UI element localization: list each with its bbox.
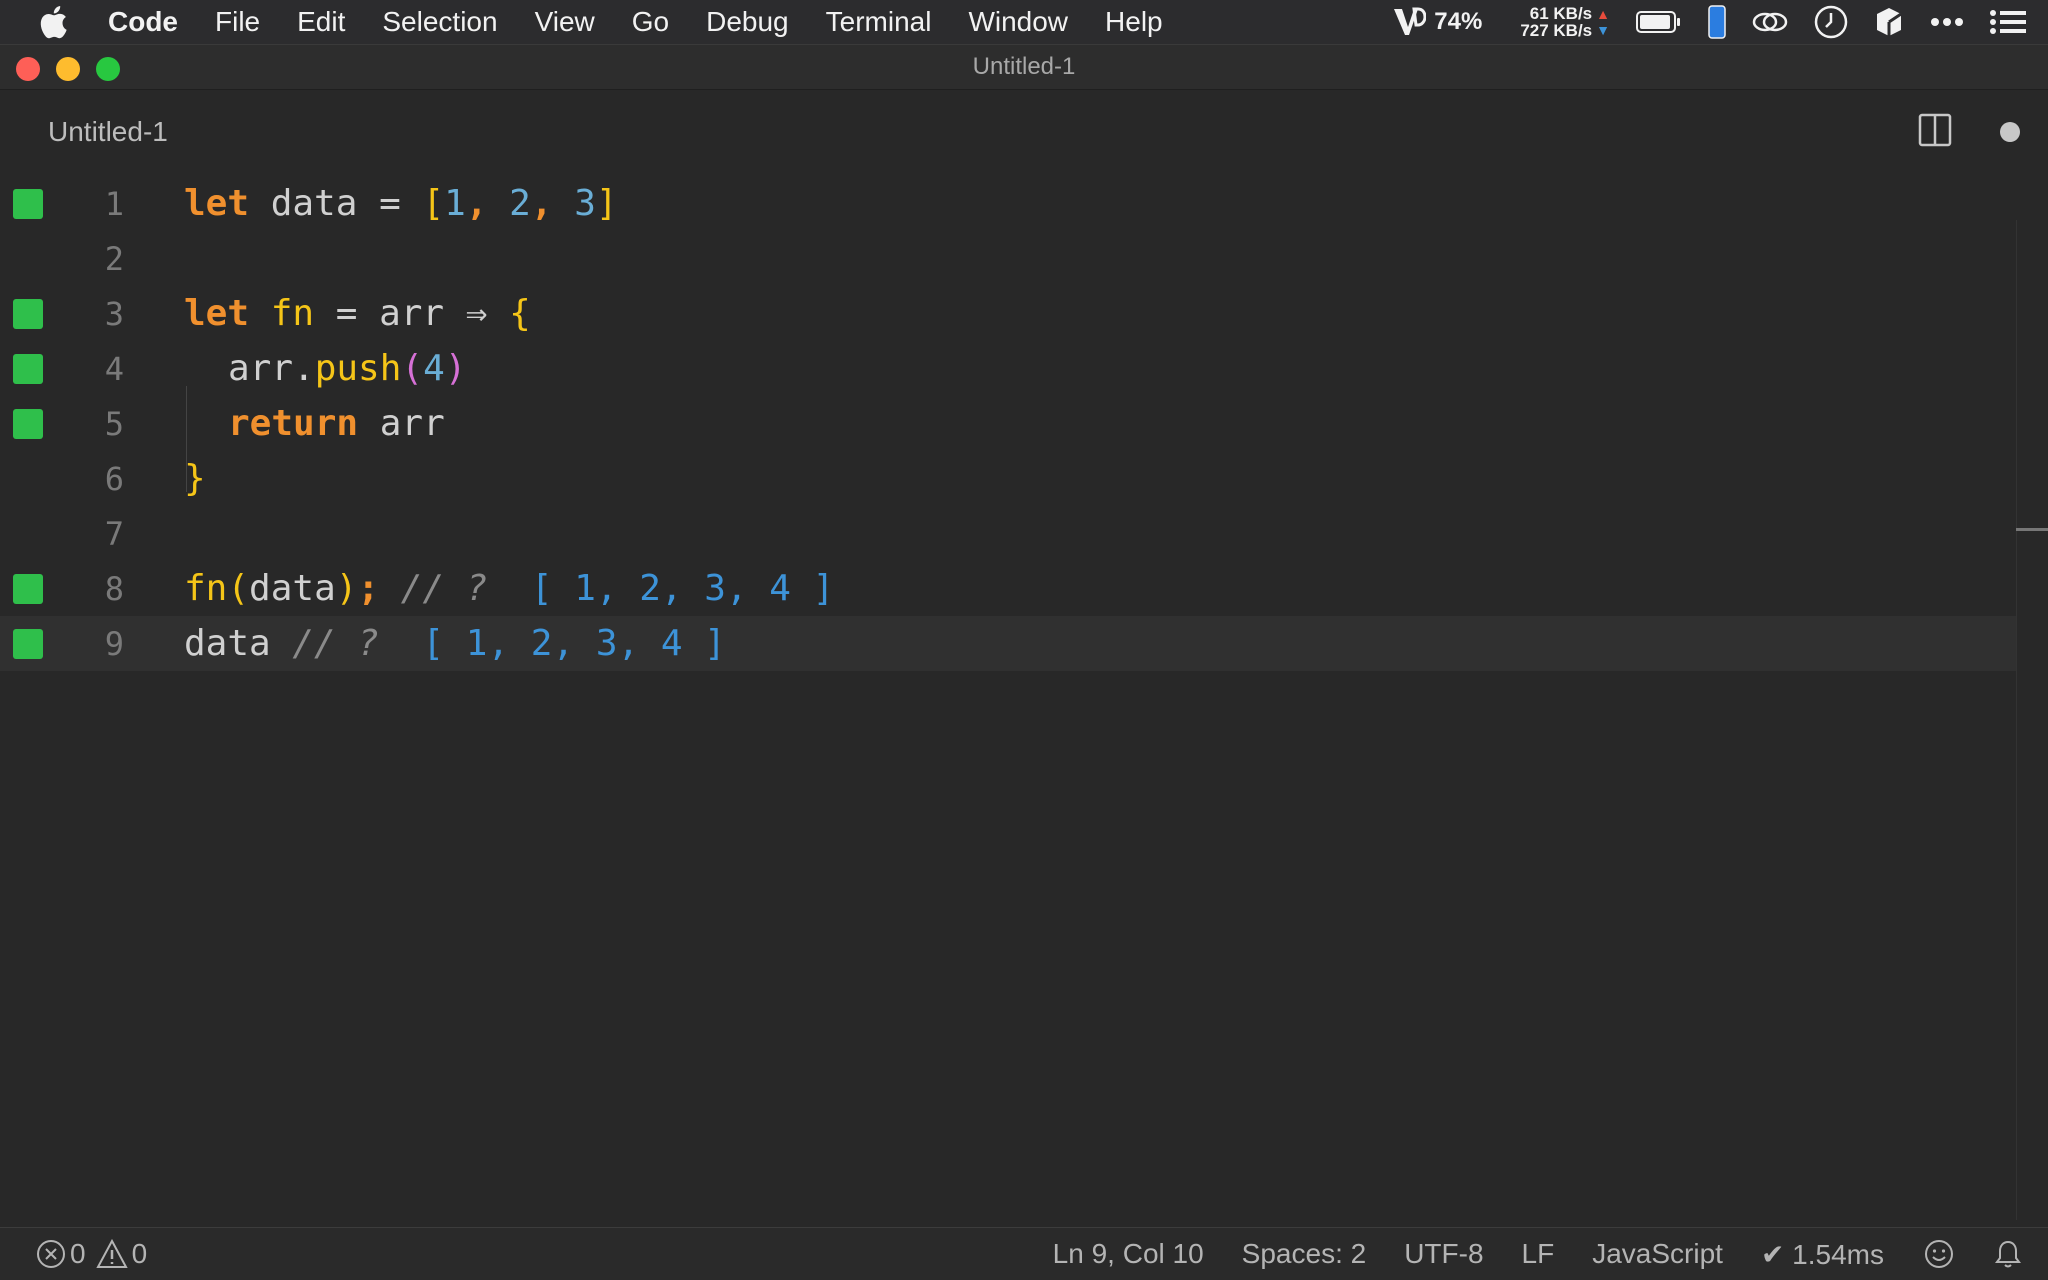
apple-icon[interactable] xyxy=(38,5,78,39)
line-number: 8 xyxy=(104,569,124,608)
code-line-6[interactable]: 6 } xyxy=(0,451,2016,506)
coverage-marker xyxy=(13,188,43,219)
notifications-bell-icon[interactable] xyxy=(1994,1239,2022,1269)
menu-selection[interactable]: Selection xyxy=(382,6,497,38)
code-line-8[interactable]: 8 fn(data); // ? [ 1, 2, 3, 4 ] xyxy=(0,561,2016,616)
code-editor[interactable]: 1 let data = [1, 2, 3] 2 3 let fn = arr … xyxy=(0,174,2048,1224)
indentation-setting[interactable]: Spaces: 2 xyxy=(1242,1238,1367,1270)
window-controls xyxy=(16,57,136,81)
language-mode[interactable]: JavaScript xyxy=(1592,1238,1723,1270)
error-icon xyxy=(36,1239,66,1269)
battery-icon[interactable] xyxy=(1636,10,1682,34)
coverage-marker xyxy=(13,408,43,439)
menu-terminal[interactable]: Terminal xyxy=(826,6,932,38)
tab-actions xyxy=(1918,90,2028,174)
zoom-window-button[interactable] xyxy=(96,57,120,81)
menu-edit[interactable]: Edit xyxy=(297,6,345,38)
menu-go[interactable]: Go xyxy=(632,6,669,38)
inline-result: [ 1, 2, 3, 4 ] xyxy=(400,623,726,664)
line-number: 3 xyxy=(104,294,124,333)
network-monitor[interactable]: 61 KB/s 727 KB/s ▲ ▼ xyxy=(1520,5,1610,39)
menu-window[interactable]: Window xyxy=(968,6,1068,38)
vb-icon xyxy=(1394,7,1427,35)
menu-code[interactable]: Code xyxy=(108,6,178,38)
download-rate: 727 KB/s xyxy=(1520,21,1593,40)
menu-file[interactable]: File xyxy=(215,6,260,38)
eol-setting[interactable]: LF xyxy=(1522,1238,1555,1270)
line-number: 4 xyxy=(104,349,124,388)
cube-icon[interactable] xyxy=(1874,6,1904,38)
status-bar-right: Ln 9, Col 10 Spaces: 2 UTF-8 LF JavaScri… xyxy=(1015,1238,2022,1271)
coverage-marker xyxy=(13,298,43,329)
code-line-4[interactable]: 4 arr.push(4) xyxy=(0,341,2016,396)
editor-window: Untitled-1 Untitled-1 1 let data = [1, 2… xyxy=(0,44,2048,1280)
line-number: 6 xyxy=(104,459,124,498)
code-text: let data = [1, 2, 3] xyxy=(184,183,618,224)
problems-indicator[interactable]: 0 0 xyxy=(36,1238,157,1270)
code-text: let fn = arr ⇒ { xyxy=(184,293,531,334)
line-number: 9 xyxy=(104,624,124,663)
code-text: data // ? [ 1, 2, 3, 4 ] xyxy=(184,623,726,664)
warning-count: 0 xyxy=(131,1238,148,1269)
menu-help[interactable]: Help xyxy=(1105,6,1163,38)
status-bar: 0 0 Ln 9, Col 10 Spaces: 2 UTF-8 LF Java… xyxy=(0,1227,2048,1280)
vertical-scrollbar[interactable] xyxy=(2016,220,2048,1220)
code-line-7[interactable]: 7 xyxy=(0,506,2016,561)
code-line-5[interactable]: 5 return arr xyxy=(0,396,2016,451)
title-bar: Untitled-1 xyxy=(0,45,2048,90)
tab-untitled-1[interactable]: Untitled-1 xyxy=(48,116,168,148)
line-number: 2 xyxy=(104,239,124,278)
menu-view[interactable]: View xyxy=(535,6,595,38)
error-count: 0 xyxy=(70,1238,86,1269)
feedback-smiley-icon[interactable] xyxy=(1924,1239,1954,1269)
unsaved-changes-icon[interactable] xyxy=(2000,122,2020,142)
line-number: 1 xyxy=(104,184,124,223)
list-icon[interactable] xyxy=(1990,10,2026,34)
line-number: 7 xyxy=(104,514,124,553)
scrollbar-cursor-marker xyxy=(2016,528,2048,531)
code-text: fn(data); // ? [ 1, 2, 3, 4 ] xyxy=(184,568,835,609)
code-text: arr.push(4) xyxy=(228,348,467,389)
menu-bar-status-area: 74% 61 KB/s 727 KB/s ▲ ▼ xyxy=(1392,0,2048,44)
code-text: return arr xyxy=(228,403,445,444)
clock-icon[interactable] xyxy=(1814,5,1848,39)
inline-result: [ 1, 2, 3, 4 ] xyxy=(509,568,835,609)
coverage-marker xyxy=(13,628,43,659)
phone-icon[interactable] xyxy=(1708,5,1726,39)
menu-bar: Code File Edit Selection View Go Debug T… xyxy=(0,0,2048,44)
coverage-marker xyxy=(13,353,43,384)
up-arrow-icon: ▲ xyxy=(1596,6,1610,22)
upload-rate: 61 KB/s xyxy=(1529,4,1593,23)
code-text: } xyxy=(184,458,206,499)
link-icon[interactable] xyxy=(1752,9,1788,35)
tab-bar: Untitled-1 xyxy=(0,90,2048,174)
code-line-1[interactable]: 1 let data = [1, 2, 3] xyxy=(0,176,2016,231)
line-number: 5 xyxy=(104,404,124,443)
minimize-window-button[interactable] xyxy=(56,57,80,81)
coverage-marker xyxy=(13,573,43,604)
run-timing[interactable]: ✔ 1.54ms xyxy=(1761,1238,1884,1271)
warning-icon xyxy=(95,1239,128,1269)
code-line-2[interactable]: 2 xyxy=(0,231,2016,286)
encoding-setting[interactable]: UTF-8 xyxy=(1404,1238,1483,1270)
window-title: Untitled-1 xyxy=(972,53,1076,80)
code-line-9[interactable]: 9 data // ? [ 1, 2, 3, 4 ] xyxy=(0,616,2016,671)
cursor-position[interactable]: Ln 9, Col 10 xyxy=(1053,1238,1204,1270)
code-line-3[interactable]: 3 let fn = arr ⇒ { xyxy=(0,286,2016,341)
split-editor-icon[interactable] xyxy=(1918,113,1952,152)
more-icon[interactable] xyxy=(1930,17,1964,27)
vb-percent: 74% xyxy=(1434,8,1483,35)
down-arrow-icon: ▼ xyxy=(1596,22,1610,38)
menu-debug[interactable]: Debug xyxy=(706,6,789,38)
close-window-button[interactable] xyxy=(16,57,40,81)
vb-status[interactable]: 74% xyxy=(1392,7,1482,37)
